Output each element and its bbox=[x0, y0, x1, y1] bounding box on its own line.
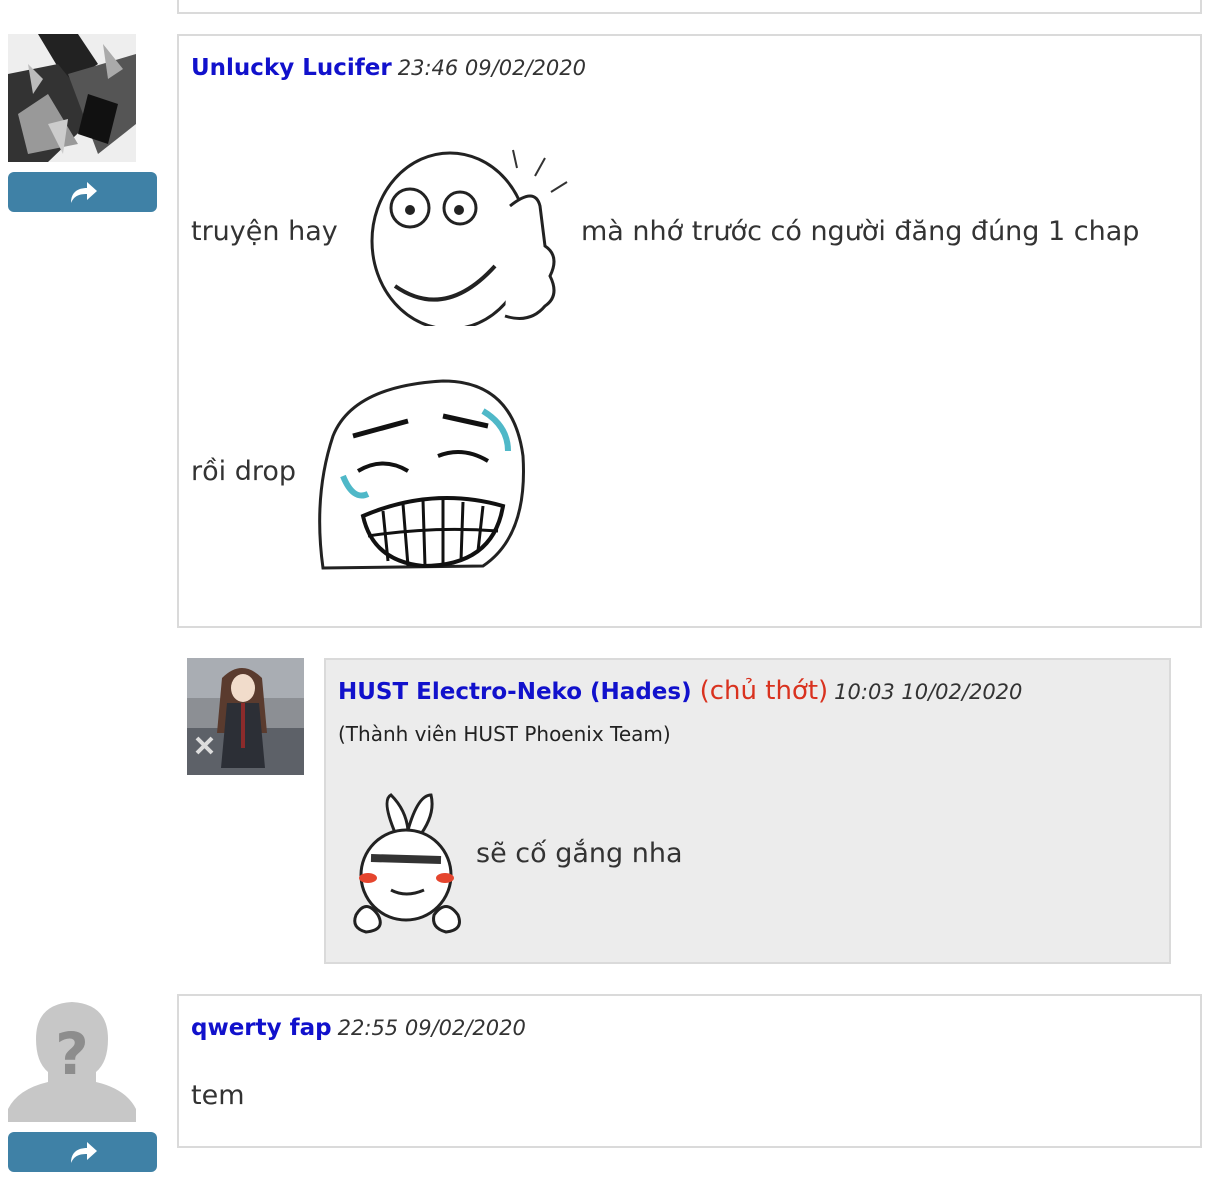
comment-box: qwerty fap 22:55 09/02/2020 tem bbox=[177, 994, 1202, 1148]
laughing-rage-face-icon bbox=[318, 379, 525, 570]
comment-text: tem bbox=[191, 1080, 245, 1111]
comment-header: qwerty fap 22:55 09/02/2020 bbox=[191, 1015, 526, 1041]
reply-time: 10:03 10/02/2020 bbox=[834, 680, 1023, 704]
comment-box: Unlucky Lucifer 23:46 09/02/2020 truyện h… bbox=[177, 34, 1202, 628]
avatar-hust-electro-neko[interactable] bbox=[187, 658, 304, 775]
svg-text:?: ? bbox=[55, 1020, 89, 1088]
reply-button[interactable] bbox=[8, 172, 157, 212]
avatar-image bbox=[187, 658, 304, 775]
reply-button[interactable] bbox=[8, 1132, 157, 1172]
comment-time: 22:55 09/02/2020 bbox=[337, 1016, 526, 1040]
reply-header: HUST Electro-Neko (Hades) (chủ thớt) 10:03… bbox=[338, 676, 1022, 706]
reply-author-link[interactable]: HUST Electro-Neko (Hades) bbox=[338, 679, 692, 705]
avatar-unlucky-lucifer[interactable] bbox=[8, 34, 136, 162]
bunny-peace-emoticon-icon bbox=[353, 793, 461, 934]
member-note: (Thành viên HUST Phoenix Team) bbox=[338, 722, 671, 746]
comment-text-line2: rồi drop bbox=[191, 456, 297, 487]
avatar-qwerty-fap[interactable]: ? bbox=[8, 994, 136, 1122]
thumbs-up-rage-face-icon bbox=[370, 149, 568, 326]
comment-text-line1-end: mà nhớ trước có người đăng đúng 1 chap bbox=[581, 216, 1140, 247]
owner-tag: (chủ thớt) bbox=[699, 676, 829, 706]
comment-time: 23:46 09/02/2020 bbox=[397, 56, 586, 80]
share-arrow-icon bbox=[70, 182, 97, 203]
reply-box: HUST Electro-Neko (Hades) (chủ thớt) 10:03… bbox=[324, 658, 1171, 964]
previous-comment-box bbox=[177, 0, 1202, 14]
share-arrow-icon bbox=[70, 1142, 97, 1163]
author-link[interactable]: qwerty fap bbox=[191, 1015, 332, 1041]
author-link[interactable]: Unlucky Lucifer bbox=[191, 55, 392, 81]
unknown-user-icon: ? bbox=[8, 994, 136, 1122]
comment-text-line1-start: truyện hay bbox=[191, 216, 338, 247]
reply-text: sẽ cố gắng nha bbox=[476, 838, 683, 869]
avatar-image bbox=[8, 34, 136, 162]
comment-header: Unlucky Lucifer 23:46 09/02/2020 bbox=[191, 55, 586, 81]
